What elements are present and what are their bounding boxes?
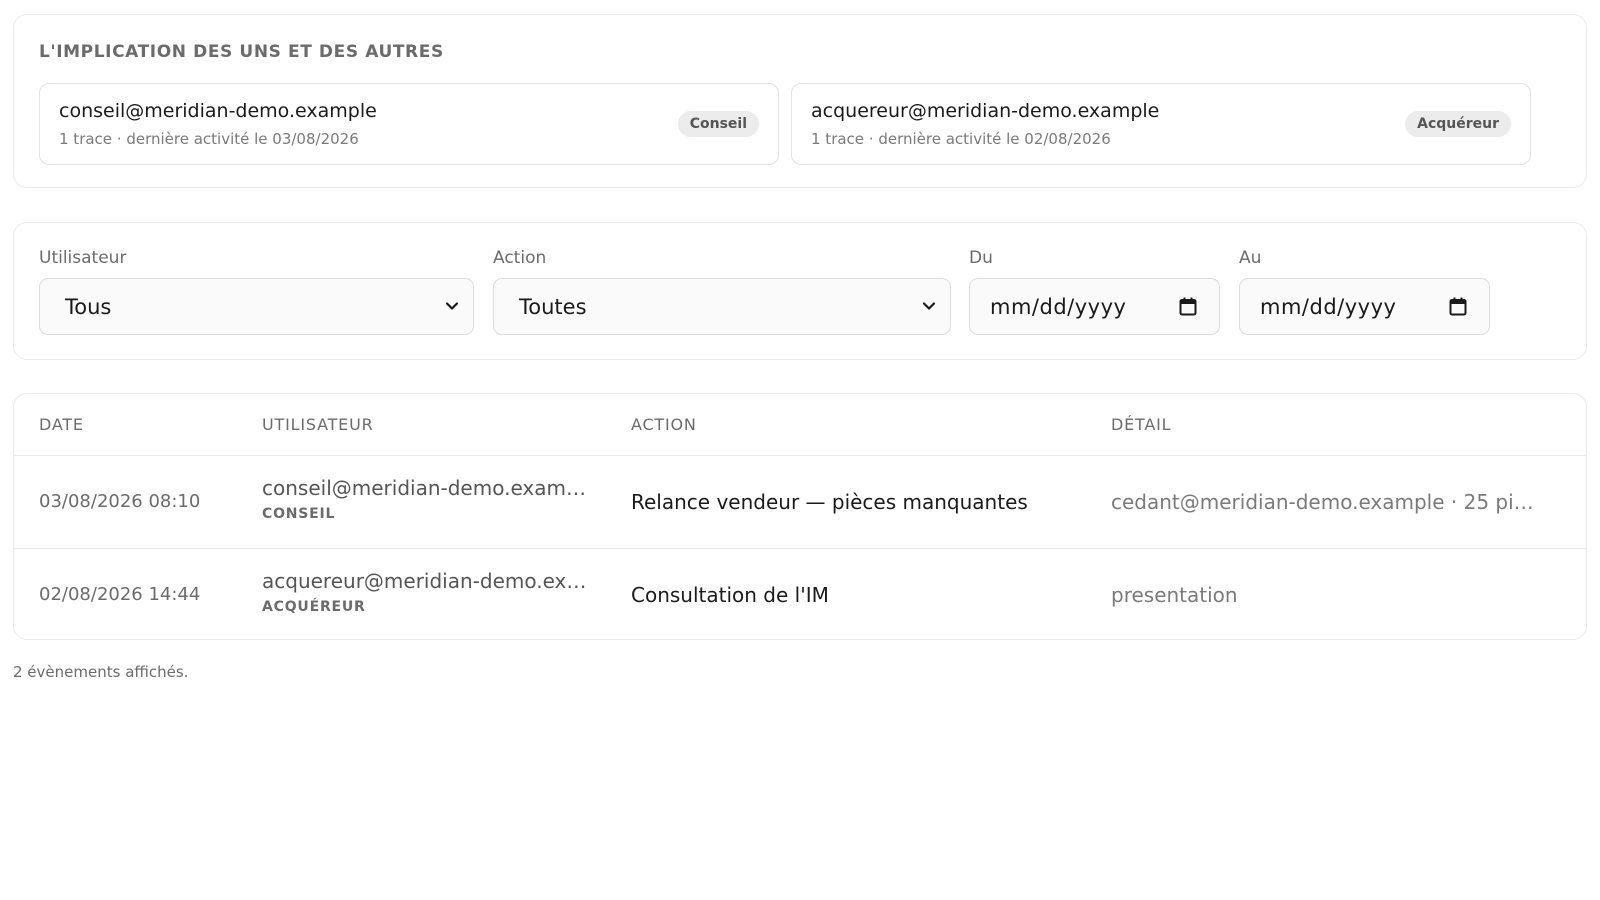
- person-card-acquereur: acquereur@meridian-demo.example 1 trace …: [791, 83, 1531, 165]
- date-to-placeholder: mm/dd/yyyy: [1260, 295, 1397, 319]
- table-header: DATE UTILISATEUR ACTION DÉTAIL: [14, 394, 1586, 456]
- date-from-label: Du: [969, 248, 993, 268]
- table-row[interactable]: 02/08/2026 14:44 acquereur@meridian-demo…: [14, 549, 1586, 639]
- person-email: conseil@meridian-demo.example: [59, 100, 377, 122]
- cell-user-role: ACQUÉREUR: [262, 599, 366, 615]
- column-header-detail[interactable]: DÉTAIL: [1111, 415, 1171, 434]
- person-activity-meta: 1 trace · dernière activité le 02/08/202…: [811, 130, 1111, 148]
- cell-detail: cedant@meridian-demo.example · 25 pi…: [1111, 490, 1534, 514]
- calendar-icon[interactable]: [1449, 297, 1467, 316]
- cell-user: acquereur@meridian-demo.ex… ACQUÉREUR: [262, 569, 592, 615]
- involvement-title: L'IMPLICATION DES UNS ET DES AUTRES: [39, 42, 444, 62]
- date-to-filter: Au mm/dd/yyyy: [1239, 248, 1490, 335]
- action-select-value: Toutes: [519, 295, 587, 319]
- activity-log-page: L'IMPLICATION DES UNS ET DES AUTRES cons…: [0, 0, 1600, 900]
- cell-user: conseil@meridian-demo.exam… CONSEIL: [262, 476, 592, 522]
- role-badge: Acquéreur: [1405, 111, 1511, 137]
- cell-date: 03/08/2026 08:10: [39, 491, 201, 512]
- column-header-action[interactable]: ACTION: [631, 415, 697, 434]
- action-filter-label: Action: [493, 248, 547, 268]
- person-card-conseil: conseil@meridian-demo.example 1 trace · …: [39, 83, 779, 165]
- role-badge: Conseil: [677, 111, 759, 137]
- cell-user-email: conseil@meridian-demo.exam…: [262, 476, 586, 500]
- cell-action: Consultation de l'IM: [631, 583, 829, 607]
- cell-detail: presentation: [1111, 583, 1238, 607]
- column-header-date[interactable]: DATE: [39, 415, 84, 434]
- calendar-icon[interactable]: [1179, 297, 1197, 316]
- user-filter: Utilisateur Tous: [39, 248, 474, 335]
- action-select[interactable]: Toutes: [493, 278, 951, 335]
- cell-date: 02/08/2026 14:44: [39, 584, 201, 605]
- filters-card: Utilisateur Tous Action Toutes Du mm/dd/…: [13, 222, 1587, 360]
- column-header-user[interactable]: UTILISATEUR: [262, 415, 374, 434]
- cell-action: Relance vendeur — pièces manquantes: [631, 490, 1028, 514]
- person-email: acquereur@meridian-demo.example: [811, 100, 1160, 122]
- involvement-card: L'IMPLICATION DES UNS ET DES AUTRES cons…: [13, 14, 1587, 188]
- date-to-label: Au: [1239, 248, 1262, 268]
- chevron-down-icon: [922, 302, 936, 310]
- cell-user-role: CONSEIL: [262, 506, 336, 522]
- user-select-value: Tous: [65, 295, 112, 319]
- table-row[interactable]: 03/08/2026 08:10 conseil@meridian-demo.e…: [14, 456, 1586, 549]
- user-filter-label: Utilisateur: [39, 248, 127, 268]
- cell-user-email: acquereur@meridian-demo.ex…: [262, 569, 587, 593]
- events-count-note: 2 évènements affichés.: [13, 663, 189, 681]
- person-activity-meta: 1 trace · dernière activité le 03/08/202…: [59, 130, 359, 148]
- user-select[interactable]: Tous: [39, 278, 474, 335]
- events-table: DATE UTILISATEUR ACTION DÉTAIL 03/08/202…: [13, 393, 1587, 640]
- date-from-filter: Du mm/dd/yyyy: [969, 248, 1220, 335]
- date-from-input[interactable]: mm/dd/yyyy: [969, 278, 1220, 335]
- chevron-down-icon: [445, 302, 459, 310]
- date-to-input[interactable]: mm/dd/yyyy: [1239, 278, 1490, 335]
- date-from-placeholder: mm/dd/yyyy: [990, 295, 1127, 319]
- action-filter: Action Toutes: [493, 248, 951, 335]
